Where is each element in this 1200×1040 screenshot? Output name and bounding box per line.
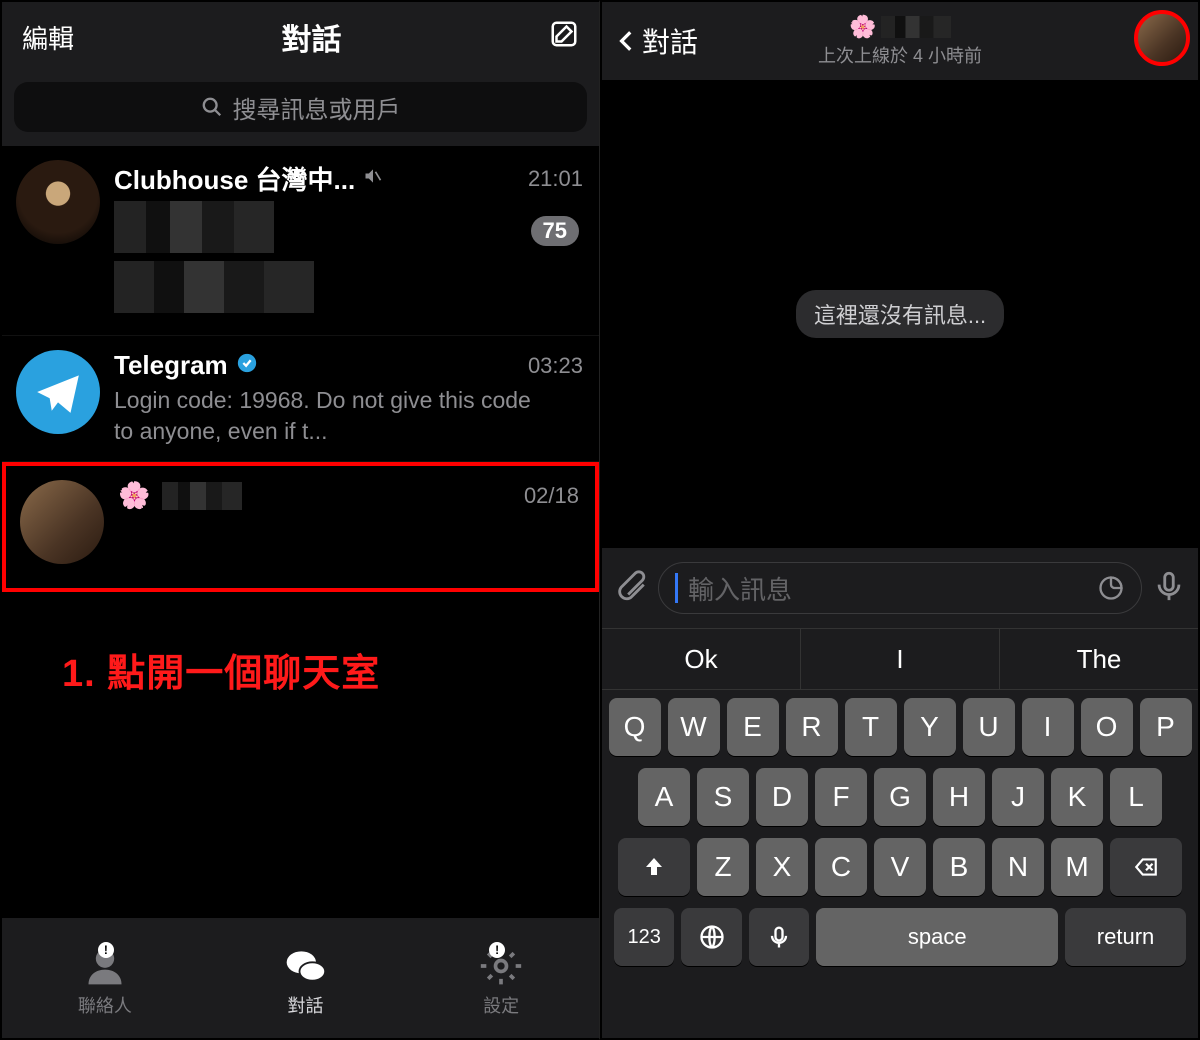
key-x[interactable]: X xyxy=(756,838,808,896)
voice-icon[interactable] xyxy=(1152,569,1186,608)
key-b[interactable]: B xyxy=(933,838,985,896)
chat-name-redacted xyxy=(162,482,242,510)
tab-label: 聯絡人 xyxy=(78,992,132,1018)
suggestion[interactable]: Ok xyxy=(602,629,801,689)
key-l[interactable]: L xyxy=(1110,768,1162,826)
chat-name: Clubhouse 台灣中... xyxy=(114,160,355,197)
chat-item[interactable]: Telegram 03:23 Login code: 19968. Do not… xyxy=(2,336,599,462)
chevron-left-icon xyxy=(614,25,640,57)
key-c[interactable]: C xyxy=(815,838,867,896)
search-icon xyxy=(201,96,223,118)
chat-preview: Login code: 19968. Do not give this code… xyxy=(114,385,534,447)
chat-time: 02/18 xyxy=(524,483,579,509)
tab-label: 設定 xyxy=(483,992,519,1018)
suggestion[interactable]: The xyxy=(1000,629,1198,689)
message-input[interactable]: 輸入訊息 xyxy=(658,562,1142,614)
key-u[interactable]: U xyxy=(963,698,1015,756)
key-k[interactable]: K xyxy=(1051,768,1103,826)
muted-icon xyxy=(363,166,383,192)
input-bar: 輸入訊息 xyxy=(602,548,1198,628)
contact-title[interactable]: 🌸 上次上線於 4 小時前 xyxy=(818,14,982,68)
search-input[interactable]: 搜尋訊息或用戶 xyxy=(14,82,587,132)
key-r[interactable]: R xyxy=(786,698,838,756)
key-n[interactable]: N xyxy=(992,838,1044,896)
chat-name: Telegram xyxy=(114,350,228,381)
compose-icon[interactable] xyxy=(549,19,579,56)
key-d[interactable]: D xyxy=(756,768,808,826)
key-s[interactable]: S xyxy=(697,768,749,826)
text-cursor xyxy=(675,573,678,603)
annotation-step1: 1. 點開一個聊天室 xyxy=(62,642,380,697)
tab-label: 對話 xyxy=(287,992,323,1018)
contact-name-redacted xyxy=(881,16,951,38)
edit-button[interactable]: 編輯 xyxy=(22,19,74,56)
tab-bar: ! 聯絡人 對話 ! 設定 xyxy=(2,918,599,1038)
keyboard: Ok I The QWERTYUIOP ASDFGHJKL ZXCVBNM 12… xyxy=(602,628,1198,1038)
conversation-screen: 對話 🌸 上次上線於 4 小時前 2. 這裡還沒有訊息... 輸入訊息 Ok xyxy=(600,0,1200,1040)
avatar xyxy=(16,160,100,244)
last-seen: 上次上線於 4 小時前 xyxy=(818,42,982,68)
chat-item-highlighted[interactable]: 🌸 02/18 xyxy=(2,462,599,592)
sticker-icon[interactable] xyxy=(1097,574,1125,602)
key-e[interactable]: E xyxy=(727,698,779,756)
key-g[interactable]: G xyxy=(874,768,926,826)
chat-preview-redacted xyxy=(114,201,534,321)
key-m[interactable]: M xyxy=(1051,838,1103,896)
key-a[interactable]: A xyxy=(638,768,690,826)
back-label: 對話 xyxy=(642,21,698,61)
chat-list: Clubhouse 台灣中... 21:01 75 Telegram xyxy=(2,146,599,592)
key-j[interactable]: J xyxy=(992,768,1044,826)
key-z[interactable]: Z xyxy=(697,838,749,896)
chat-list-screen: 編輯 對話 搜尋訊息或用戶 Clubhouse 台灣中... 21:01 xyxy=(0,0,600,1040)
key-row: ZXCVBNM xyxy=(608,838,1192,896)
avatar xyxy=(16,350,100,434)
header-bar: 對話 🌸 上次上線於 4 小時前 xyxy=(602,2,1198,80)
verified-icon xyxy=(236,352,258,379)
tab-chats[interactable]: 對話 xyxy=(283,944,327,1018)
tab-settings[interactable]: ! 設定 xyxy=(479,944,523,1018)
header-bar: 編輯 對話 xyxy=(2,2,599,72)
key-y[interactable]: Y xyxy=(904,698,956,756)
key-row: ASDFGHJKL xyxy=(608,768,1192,826)
search-wrap: 搜尋訊息或用戶 xyxy=(2,72,599,146)
globe-key[interactable] xyxy=(681,908,741,966)
suggestion[interactable]: I xyxy=(801,629,1000,689)
key-o[interactable]: O xyxy=(1081,698,1133,756)
back-button[interactable]: 對話 xyxy=(614,21,698,61)
suggestion-bar: Ok I The xyxy=(602,628,1198,690)
contact-avatar-highlighted[interactable] xyxy=(1134,10,1190,66)
attach-icon[interactable] xyxy=(614,569,648,608)
key-w[interactable]: W xyxy=(668,698,720,756)
avatar xyxy=(20,480,104,564)
key-h[interactable]: H xyxy=(933,768,985,826)
shift-key[interactable] xyxy=(618,838,690,896)
return-key[interactable]: return xyxy=(1065,908,1186,966)
key-f[interactable]: F xyxy=(815,768,867,826)
key-q[interactable]: Q xyxy=(609,698,661,756)
key-i[interactable]: I xyxy=(1022,698,1074,756)
chat-time: 21:01 xyxy=(528,166,583,192)
space-key[interactable]: space xyxy=(816,908,1058,966)
empty-state: 這裡還沒有訊息... xyxy=(796,290,1004,338)
page-title: 對話 xyxy=(282,15,342,59)
flower-emoji: 🌸 xyxy=(849,14,876,40)
badge-icon: ! xyxy=(98,942,114,958)
key-t[interactable]: T xyxy=(845,698,897,756)
chat-time: 03:23 xyxy=(528,353,583,379)
flower-emoji: 🌸 xyxy=(118,480,150,511)
key-row: QWERTYUIOP xyxy=(608,698,1192,756)
search-placeholder: 搜尋訊息或用戶 xyxy=(233,90,401,125)
input-placeholder: 輸入訊息 xyxy=(688,570,1087,607)
dictation-key[interactable] xyxy=(749,908,809,966)
key-row: 123 space return xyxy=(608,908,1192,976)
message-area[interactable]: 這裡還沒有訊息... xyxy=(602,80,1198,548)
numbers-key[interactable]: 123 xyxy=(614,908,674,966)
key-p[interactable]: P xyxy=(1140,698,1192,756)
unread-badge: 75 xyxy=(531,216,579,246)
backspace-key[interactable] xyxy=(1110,838,1182,896)
tab-contacts[interactable]: ! 聯絡人 xyxy=(78,944,132,1018)
chat-item[interactable]: Clubhouse 台灣中... 21:01 75 xyxy=(2,146,599,336)
key-v[interactable]: V xyxy=(874,838,926,896)
